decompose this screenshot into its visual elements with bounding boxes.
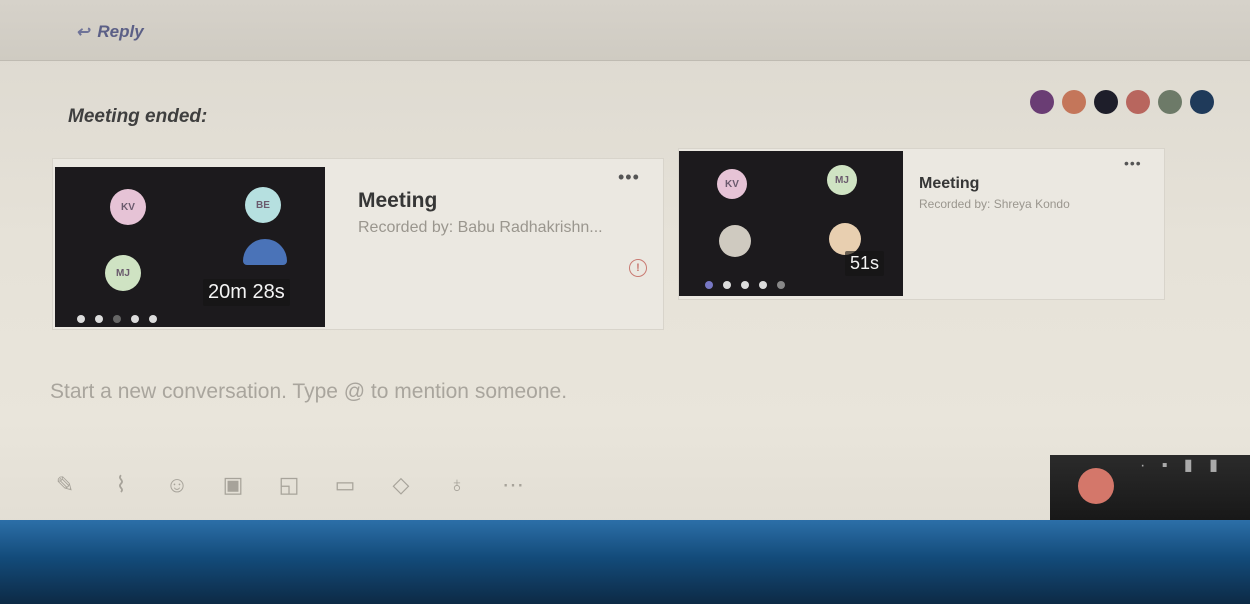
more-options-button[interactable]: ••• <box>1124 155 1142 171</box>
compose-input[interactable]: Start a new conversation. Type @ to ment… <box>50 380 567 404</box>
tile-avatar: BE <box>245 187 281 223</box>
recording-title[interactable]: Meeting <box>358 189 437 213</box>
taskbar <box>0 520 1250 604</box>
tile-avatar: KV <box>110 189 146 225</box>
control-dots <box>77 315 157 323</box>
avatar[interactable] <box>1126 90 1150 114</box>
recording-thumbnail[interactable]: KV MJ 51s <box>679 151 903 296</box>
tile-avatar: MJ <box>827 165 857 195</box>
praise-icon[interactable]: ◇ <box>386 470 416 500</box>
format-icon[interactable]: ✎ <box>50 470 80 500</box>
control-dots <box>705 281 785 289</box>
more-options-icon[interactable]: ⋯ <box>498 470 528 500</box>
tray-icons: · ▪ ▮ ▮ <box>1140 457 1224 474</box>
tile-avatar: MJ <box>105 255 141 291</box>
recorded-by-text: Recorded by: Shreya Kondo <box>919 197 1070 211</box>
avatar[interactable] <box>1030 90 1054 114</box>
avatar[interactable] <box>1094 90 1118 114</box>
attach-icon[interactable]: ⌇ <box>106 470 136 500</box>
meet-now-icon[interactable]: ▭ <box>330 470 360 500</box>
tile-avatar: KV <box>717 169 747 199</box>
tray-avatar[interactable] <box>1078 468 1114 504</box>
reply-label: Reply <box>97 22 144 41</box>
reply-arrow-icon: ↩ <box>76 24 90 41</box>
tile-photo <box>243 239 287 265</box>
gif-icon[interactable]: ▣ <box>218 470 248 500</box>
praise-lightbulb-icon[interactable]: ♁ <box>442 470 472 500</box>
teams-channel-screen: ↩ Reply Meeting ended: KV BE MJ 20m 28s … <box>0 0 1250 604</box>
recording-title[interactable]: Meeting <box>919 175 979 193</box>
avatar[interactable] <box>1190 90 1214 114</box>
reply-bar: ↩ Reply <box>0 0 1250 61</box>
avatar[interactable] <box>1158 90 1182 114</box>
more-options-button[interactable]: ••• <box>618 167 640 188</box>
sticker-icon[interactable]: ◱ <box>274 470 304 500</box>
reply-button[interactable]: ↩ Reply <box>76 22 144 42</box>
recording-card-1[interactable]: KV BE MJ 20m 28s Meeting Recorded by: Ba… <box>52 158 664 330</box>
meeting-ended-title: Meeting ended: <box>68 106 208 127</box>
avatar[interactable] <box>1062 90 1086 114</box>
emoji-icon[interactable]: ☺ <box>162 470 192 500</box>
recording-thumbnail[interactable]: KV BE MJ 20m 28s <box>55 167 325 327</box>
alert-icon[interactable]: ! <box>629 259 647 277</box>
tile-photo <box>719 225 751 257</box>
compose-toolbar: ✎ ⌇ ☺ ▣ ◱ ▭ ◇ ♁ ⋯ <box>50 470 528 500</box>
participant-avatars <box>1030 90 1214 114</box>
recording-duration: 51s <box>845 251 885 276</box>
recording-duration: 20m 28s <box>203 279 290 306</box>
recorded-by-text: Recorded by: Babu Radhakrishn... <box>358 219 603 236</box>
recording-card-2[interactable]: KV MJ 51s Meeting Recorded by: Shreya Ko… <box>678 148 1165 300</box>
